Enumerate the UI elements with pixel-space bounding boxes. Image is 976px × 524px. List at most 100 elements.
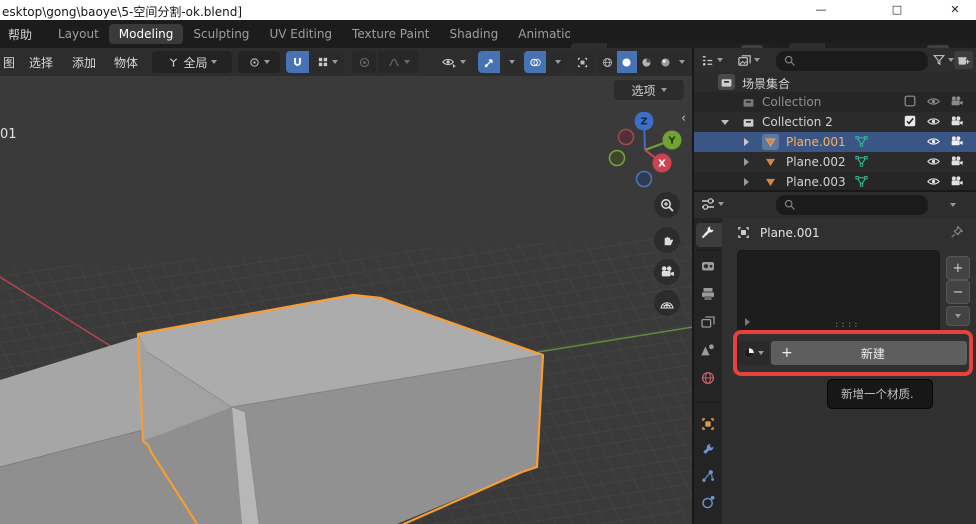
tab-shading[interactable]: Shading (439, 24, 508, 44)
resize-grip-icon[interactable]: :::: (834, 320, 860, 330)
add-menu[interactable]: 添加 (72, 54, 96, 71)
breadcrumb[interactable]: Plane.001 (760, 226, 820, 240)
axis-minus-z-ball[interactable] (637, 172, 652, 187)
browse-material-dropdown[interactable] (737, 341, 769, 365)
outliner-row-plane-001[interactable]: Plane.001 (694, 132, 976, 152)
outliner-display-mode-dropdown[interactable] (737, 50, 760, 70)
select-menu[interactable]: 选择 (29, 54, 53, 71)
outliner-row-collection[interactable]: Collection (694, 92, 976, 112)
tab-tool-icon[interactable] (700, 224, 716, 240)
tab-particles-icon[interactable] (700, 468, 716, 484)
tab-render-icon[interactable] (700, 258, 716, 274)
tab-object-icon[interactable] (700, 416, 716, 432)
checkbox-unchecked-icon[interactable] (903, 94, 919, 110)
toggle-orthographic-button[interactable] (654, 290, 680, 316)
close-button[interactable]: ✕ (934, 0, 976, 20)
outliner-row-plane-003[interactable]: Plane.003 (694, 172, 976, 190)
minimize-button[interactable]: — (800, 0, 842, 20)
disable-render-icon[interactable] (949, 174, 965, 190)
properties-search-input[interactable] (776, 195, 928, 215)
tab-modifiers-icon[interactable] (700, 442, 716, 458)
object-menu[interactable]: 物体 (114, 54, 138, 71)
help-menu[interactable]: 帮助 (8, 26, 32, 43)
collection-label[interactable]: Collection (762, 95, 821, 109)
outliner-editor-type-dropdown[interactable] (700, 50, 723, 70)
search-icon (783, 54, 796, 67)
tab-modeling[interactable]: Modeling (109, 24, 184, 44)
shading-solid-button[interactable] (617, 51, 636, 73)
move-view-button[interactable] (654, 227, 680, 253)
tab-uv-editing[interactable]: UV Editing (259, 24, 342, 44)
outliner-row-scene-collection[interactable]: 场景集合 (694, 72, 976, 92)
tab-sculpting[interactable]: Sculpting (183, 24, 259, 44)
outliner-row-plane-002[interactable]: Plane.002 (694, 152, 976, 172)
axis-minus-y-ball[interactable] (610, 151, 625, 166)
new-collection-button[interactable] (954, 51, 973, 69)
object-name[interactable]: Plane.001 (786, 135, 846, 149)
overlays-dropdown[interactable] (549, 51, 566, 73)
shading-rendered-button[interactable] (656, 51, 675, 73)
properties-editor-type-dropdown[interactable] (700, 194, 724, 214)
expand-arrow-icon[interactable] (744, 138, 749, 146)
disable-render-icon[interactable] (949, 94, 965, 110)
collapse-arrow-icon[interactable] (721, 120, 729, 125)
collection-2-label[interactable]: Collection 2 (762, 115, 833, 129)
xray-toggle[interactable] (570, 51, 594, 73)
expand-arrow-icon[interactable] (744, 158, 749, 166)
hide-eye-icon[interactable] (926, 154, 942, 170)
proportional-editing-toggle[interactable] (352, 51, 376, 73)
camera-view-button[interactable] (654, 259, 680, 285)
outliner-filter-dropdown[interactable] (932, 50, 954, 70)
hide-eye-icon[interactable] (926, 114, 942, 130)
axis-minus-x-ball[interactable] (619, 130, 634, 145)
hide-eye-icon[interactable] (926, 94, 942, 110)
tab-layout[interactable]: Layout (48, 24, 109, 44)
navigation-gizmo[interactable]: Z Y X (606, 112, 686, 192)
shading-wireframe-button[interactable] (598, 51, 617, 73)
properties-options-dropdown[interactable] (950, 203, 956, 207)
proportional-falloff-dropdown[interactable] (378, 51, 418, 73)
tab-texture-paint[interactable]: Texture Paint (342, 24, 439, 44)
object-name[interactable]: Plane.003 (786, 175, 846, 189)
tab-physics-icon[interactable] (700, 494, 716, 510)
filter-expand-icon[interactable] (745, 318, 750, 326)
snap-toggle[interactable] (286, 51, 309, 73)
hide-eye-icon[interactable] (926, 174, 942, 190)
expand-arrow-icon[interactable] (744, 178, 749, 186)
show-gizmo-toggle[interactable] (478, 51, 500, 73)
add-slot-button[interactable]: + (946, 256, 970, 280)
slot-specials-dropdown[interactable] (946, 306, 970, 326)
disable-render-icon[interactable] (949, 154, 965, 170)
tab-scene-icon[interactable] (700, 342, 716, 358)
object-name[interactable]: Plane.002 (786, 155, 846, 169)
zoom-button[interactable] (654, 192, 680, 218)
mesh-data-icon (854, 154, 870, 170)
outliner-search-input[interactable] (776, 51, 928, 71)
checkbox-checked-icon[interactable] (903, 114, 919, 130)
disable-render-icon[interactable] (949, 114, 965, 130)
pin-id-icon[interactable] (950, 225, 964, 239)
outliner-row-collection-2[interactable]: Collection 2 (694, 112, 976, 132)
hide-eye-icon[interactable] (926, 134, 942, 150)
disable-render-icon[interactable] (949, 134, 965, 150)
shading-material-button[interactable] (637, 51, 656, 73)
3d-viewport[interactable] (0, 76, 693, 524)
tab-view-layer-icon[interactable] (700, 314, 716, 330)
show-hide-dropdown[interactable] (430, 51, 476, 73)
gizmo-dropdown[interactable] (503, 51, 520, 73)
scene-collection-label[interactable]: 场景集合 (742, 75, 790, 92)
material-slot-list[interactable]: :::: (737, 250, 940, 332)
new-material-button[interactable]: + 新建 (771, 341, 967, 365)
shading-dropdown[interactable] (675, 51, 688, 73)
options-dropdown[interactable]: 选项 (614, 80, 684, 100)
show-overlays-toggle[interactable] (524, 51, 546, 73)
view-menu[interactable]: 图 (3, 54, 15, 71)
transform-orientation-dropdown[interactable]: 全局 (152, 51, 232, 73)
tab-output-icon[interactable] (700, 286, 716, 302)
remove-slot-button[interactable]: − (946, 280, 970, 304)
tab-animation[interactable]: Animation (508, 24, 570, 44)
tab-world-icon[interactable] (700, 370, 716, 386)
maximize-button[interactable]: □ (876, 0, 918, 20)
snap-to-dropdown[interactable] (312, 51, 344, 73)
pivot-point-dropdown[interactable] (238, 51, 280, 73)
